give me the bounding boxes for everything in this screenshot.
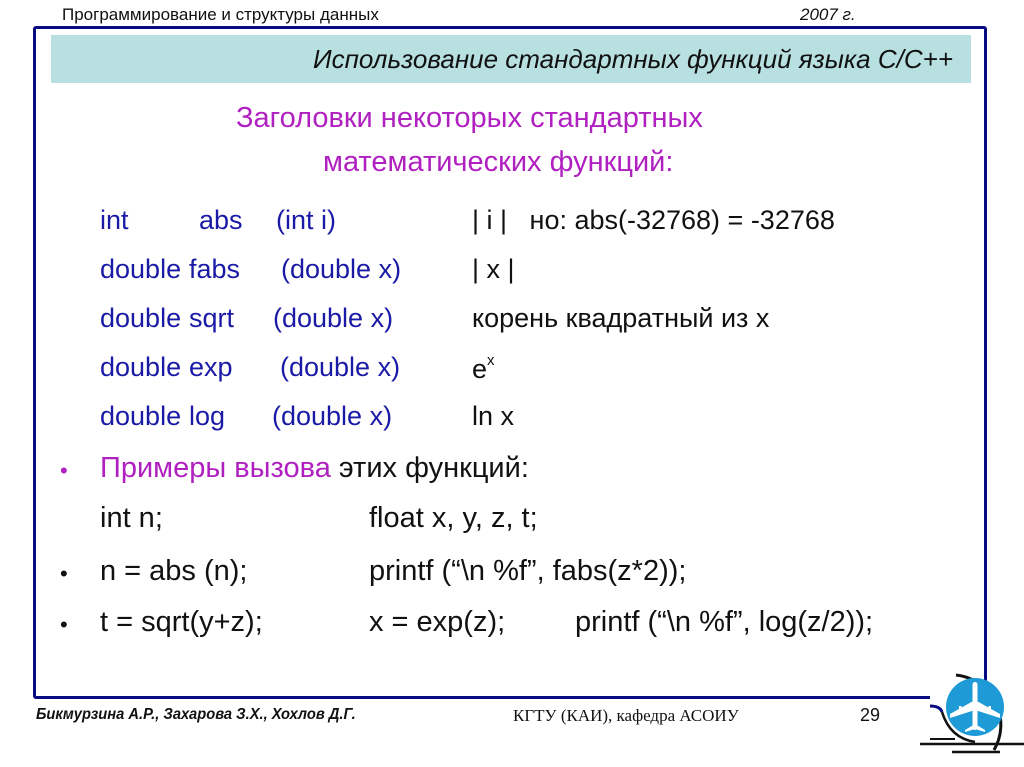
example-exp: x = exp(z); [369,606,506,638]
bullet-icon: • [60,561,68,586]
function-params: (double x) [280,352,401,382]
example-printf-fabs: printf (“\n %f”, fabs(z*2)); [369,555,687,587]
function-row: int abs (int i) | i | но: abs(-32768) = … [0,205,1024,245]
function-name: log [189,401,226,431]
return-type: int [100,205,129,235]
function-name: exp [189,352,233,382]
airplane-emblem-icon [920,673,1024,754]
example-printf-log: printf (“\n %f”, log(z/2)); [575,606,874,638]
exp-base: e [472,354,488,384]
subtitle-line-1: Заголовки некоторых стандартных [236,102,703,134]
function-name: fabs [189,254,241,284]
function-row: double log (double x) ln x [0,401,1024,441]
example-sqrt: t = sqrt(y+z); [100,606,263,638]
function-description: корень квадратный из x [472,303,770,333]
function-description: | x | [472,254,515,284]
example-abs: n = abs (n); [100,555,248,587]
function-name: sqrt [189,303,235,333]
return-type: double [100,303,182,333]
function-name: abs [199,205,243,235]
year-label: 2007 г. [800,5,856,24]
slide-title: Использование стандартных функций языка … [313,44,953,74]
declaration-float: float x, y, z, t; [369,502,538,534]
bullet-icon: • [60,612,68,637]
examples-heading: Примеры вызова этих функций: [100,452,529,485]
footer-authors: Бикмурзина А.Р., Захарова З.Х., Хохлов Д… [36,706,356,723]
function-description: ex [472,352,495,385]
function-params: (double x) [281,254,402,284]
function-params: (double x) [273,303,394,333]
function-params: (double x) [272,401,393,431]
examples-heading-colored: Примеры вызова [100,452,331,484]
exp-superscript: x [487,352,495,369]
function-description: ln x [472,401,515,431]
return-type: double [100,352,182,382]
return-type: double [100,401,182,431]
title-bar: Использование стандартных функций языка … [51,35,971,83]
examples-heading-rest: этих функций: [330,452,529,484]
subtitle-line-2: математических функций: [323,146,674,178]
declaration-int: int n; [100,502,163,534]
page-number: 29 [860,705,881,725]
function-params: (int i) [276,205,336,235]
function-description: | i | но: abs(-32768) = -32768 [472,205,835,235]
return-type: double [100,254,182,284]
function-row: double exp (double x) ex [0,352,1024,392]
footer-organization: КГТУ (КАИ), кафедра АСОИУ [513,706,739,725]
function-row: double sqrt (double x) корень квадратный… [0,303,1024,343]
function-row: double fabs (double x) | x | [0,254,1024,294]
bullet-icon: • [60,458,68,483]
course-title: Программирование и структуры данных [62,5,379,24]
